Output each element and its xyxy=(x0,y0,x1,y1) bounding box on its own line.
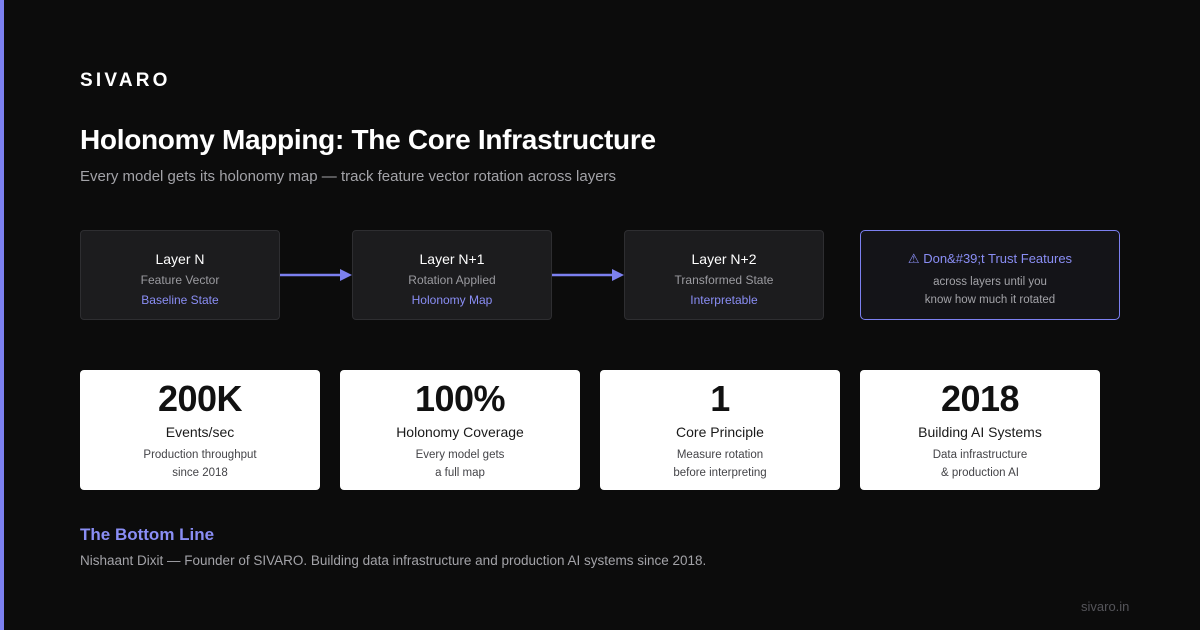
left-accent-bar xyxy=(0,0,4,630)
stat-label: Building AI Systems xyxy=(918,424,1042,440)
stat-description: Measure rotation before interpreting xyxy=(600,446,840,482)
stat-value: 100% xyxy=(414,378,506,419)
stat-desc-line-1: Every model gets xyxy=(415,449,505,461)
flow-step-layer-n1: Layer N+1 Rotation Applied Holonomy Map xyxy=(352,230,552,320)
stat-desc-line-2: a full map xyxy=(435,467,485,479)
stat-label: Core Principle xyxy=(676,424,764,440)
stat-value: 1 xyxy=(710,378,730,419)
stat-label: Holonomy Coverage xyxy=(396,424,524,440)
flow-arrow-1 xyxy=(280,269,352,281)
flow-step-state: Holonomy Map xyxy=(411,293,493,307)
flow-step-state: Baseline State xyxy=(141,293,219,307)
bottom-line-text: Nishaant Dixit — Founder of SIVARO. Buil… xyxy=(80,553,707,568)
flow-step-layer-n: Layer N Feature Vector Baseline State xyxy=(80,230,280,320)
flow-step-desc: Transformed State xyxy=(674,273,774,287)
stat-value: 2018 xyxy=(940,378,1020,419)
warning-line-2: know how much it rotated xyxy=(924,294,1056,306)
warning-box: ⚠ Don&#39;t Trust Features across layers… xyxy=(860,230,1120,320)
stat-desc-line-2: & production AI xyxy=(941,467,1019,479)
flow-step-state: Interpretable xyxy=(690,293,758,307)
stat-card-year: 2018 Building AI Systems Data infrastruc… xyxy=(860,370,1100,490)
flow-step-desc: Feature Vector xyxy=(140,273,220,287)
stat-description: Production throughput since 2018 xyxy=(80,446,320,482)
stat-desc-line-2: since 2018 xyxy=(172,467,228,479)
stat-desc-line-2: before interpreting xyxy=(673,467,767,479)
brand-logo: SIVARO xyxy=(80,70,171,91)
page-subtitle: Every model gets its holonomy map — trac… xyxy=(80,168,617,185)
bottom-line-heading: The Bottom Line xyxy=(80,525,215,544)
stat-desc-line-1: Data infrastructure xyxy=(932,449,1028,461)
flow-step-name: Layer N+2 xyxy=(691,251,757,267)
warning-icon: ⚠ xyxy=(907,251,920,266)
flow-step-name: Layer N xyxy=(155,251,205,267)
flow-step-desc: Rotation Applied xyxy=(408,273,496,287)
stat-card-principle: 1 Core Principle Measure rotation before… xyxy=(600,370,840,490)
footer-url: sivaro.in xyxy=(1081,599,1130,614)
stat-description: Data infrastructure & production AI xyxy=(860,446,1100,482)
stat-label: Events/sec xyxy=(165,424,235,440)
flow-step-name: Layer N+1 xyxy=(419,251,485,267)
warning-title: Don&#39;t Trust Features xyxy=(923,251,1073,266)
flow-step-layer-n2: Layer N+2 Transformed State Interpretabl… xyxy=(624,230,824,320)
stat-desc-line-1: Measure rotation xyxy=(676,449,764,461)
page-title: Holonomy Mapping: The Core Infrastructur… xyxy=(80,124,656,155)
stat-value: 200K xyxy=(157,378,243,419)
stat-desc-line-1: Production throughput xyxy=(143,449,257,461)
stat-card-events: 200K Events/sec Production throughput si… xyxy=(80,370,320,490)
warning-text: across layers until you know how much it… xyxy=(861,273,1119,309)
flow-arrow-2 xyxy=(552,269,624,281)
stat-card-coverage: 100% Holonomy Coverage Every model gets … xyxy=(340,370,580,490)
warning-line-1: across layers until you xyxy=(933,276,1047,288)
warning-title-row: ⚠ Don&#39;t Trust Features xyxy=(861,251,1119,267)
stat-description: Every model gets a full map xyxy=(340,446,580,482)
